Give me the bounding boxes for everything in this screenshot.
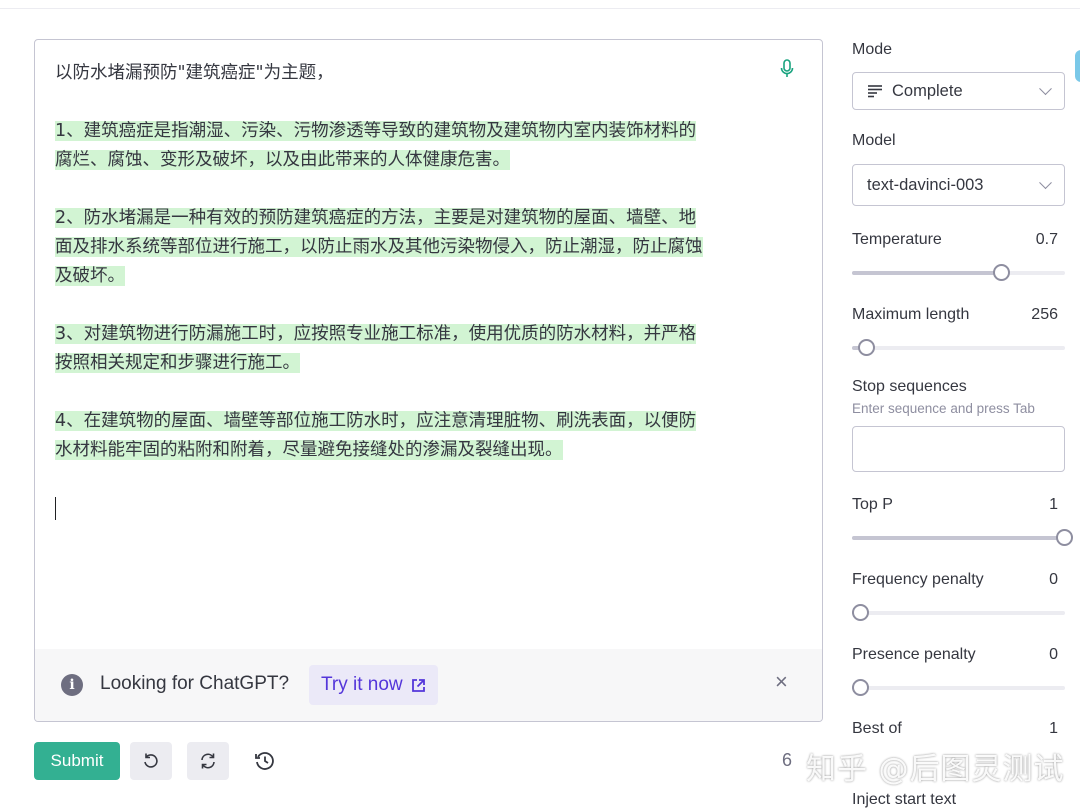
best-of-value[interactable]: 1 (1049, 720, 1058, 738)
text-cursor (55, 497, 56, 520)
completion-line: 及破坏。 (55, 262, 775, 291)
slider-thumb[interactable] (857, 339, 875, 356)
highlighted-text: 腐烂、腐蚀、变形及破坏，以及由此带来的人体健康危害。 (55, 150, 510, 170)
completion-line: 面及排水系统等部位进行施工，以防止雨水及其他污染物侵入，防止潮湿，防止腐蚀 (55, 233, 775, 262)
frequency-penalty-value[interactable]: 0 (1049, 571, 1058, 589)
temperature-value[interactable]: 0.7 (1036, 231, 1058, 249)
slider-fill (852, 536, 1064, 540)
regenerate-icon (201, 753, 215, 769)
highlighted-text: 按照相关规定和步骤进行施工。 (55, 353, 300, 373)
slider-thumb[interactable] (852, 604, 869, 621)
completion-paragraph: 3、对建筑物进行防漏施工时，应按照专业施工标准，使用优质的防水材料，并严格 按照相… (55, 320, 775, 378)
stop-sequences-input[interactable] (852, 426, 1065, 472)
highlighted-text: 面及排水系统等部位进行施工，以防止雨水及其他污染物侵入，防止潮湿，防止腐蚀 (55, 237, 703, 257)
completion-text: 1、建筑癌症是指潮湿、污染、污物渗透等导致的建筑物及建筑物内室内装饰材料的 腐烂、… (55, 117, 775, 465)
model-label: Model (852, 132, 896, 149)
completion-paragraph: 2、防水堵漏是一种有效的预防建筑癌症的方法，主要是对建筑物的屋面、墙壁、地 面及排… (55, 204, 775, 291)
info-icon: i (61, 674, 83, 696)
chevron-down-icon (1039, 82, 1052, 96)
regenerate-button[interactable] (187, 742, 229, 780)
undo-icon (144, 753, 158, 768)
mode-select[interactable]: Complete (852, 72, 1065, 110)
highlighted-text: 3、对建筑物进行防漏施工时，应按照专业施工标准，使用优质的防水材料，并严格 (55, 324, 697, 344)
slider-track[interactable] (852, 611, 1065, 615)
frequency-penalty-slider[interactable] (852, 604, 1065, 622)
panel-edge-tab[interactable] (1075, 50, 1080, 82)
top-p-label: Top P (852, 496, 893, 513)
model-value: text-davinci-003 (867, 175, 984, 194)
completion-line: 按照相关规定和步骤进行施工。 (55, 349, 775, 378)
try-it-now-label: Try it now (321, 674, 403, 695)
history-icon (255, 752, 274, 770)
inject-start-text-label: Inject start text (852, 791, 957, 808)
top-p-slider[interactable] (852, 529, 1073, 547)
highlighted-text: 水材料能牢固的粘附和附着，尽量避免接缝处的渗漏及裂缝出现。 (55, 440, 563, 460)
token-count: 6 (782, 750, 793, 770)
presence-penalty-label: Presence penalty (852, 646, 976, 663)
undo-button[interactable] (130, 742, 172, 780)
highlighted-text: 4、在建筑物的屋面、墙壁等部位施工防水时，应注意清理脏物、刷洗表面，以便防 (55, 411, 697, 431)
completion-line: 腐烂、腐蚀、变形及破坏，以及由此带来的人体健康危害。 (55, 146, 775, 175)
prompt-text: 以防水堵漏预防"建筑癌症"为主题， (55, 63, 334, 83)
microphone-icon[interactable] (779, 58, 795, 80)
mode-value: Complete (892, 81, 963, 100)
slider-fill (852, 271, 1002, 275)
chevron-down-icon (1039, 176, 1052, 190)
banner-text: Looking for ChatGPT? (100, 673, 290, 694)
completion-paragraph: 1、建筑癌症是指潮湿、污染、污物渗透等导致的建筑物及建筑物内室内装饰材料的 腐烂、… (55, 117, 775, 175)
max-length-slider[interactable] (852, 339, 1065, 357)
external-link-icon (411, 678, 425, 692)
slider-thumb[interactable] (852, 679, 869, 696)
lines-icon (868, 85, 882, 98)
frequency-penalty-label: Frequency penalty (852, 571, 984, 588)
max-length-label: Maximum length (852, 306, 970, 323)
max-length-value[interactable]: 256 (1031, 306, 1058, 324)
highlighted-text: 1、建筑癌症是指潮湿、污染、污物渗透等导致的建筑物及建筑物内室内装饰材料的 (55, 121, 697, 141)
presence-penalty-value[interactable]: 0 (1049, 646, 1058, 664)
top-p-value[interactable]: 1 (1049, 496, 1058, 514)
try-it-now-button[interactable]: Try it now (309, 665, 438, 705)
slider-thumb[interactable] (993, 264, 1011, 281)
slider-track[interactable] (852, 346, 1065, 350)
completion-line: 3、对建筑物进行防漏施工时，应按照专业施工标准，使用优质的防水材料，并严格 (55, 320, 775, 349)
editor-content[interactable]: 以防水堵漏预防"建筑癌症"为主题， 1、建筑癌症是指潮湿、污染、污物渗透等导致的… (55, 59, 775, 494)
completion-line: 1、建筑癌症是指潮湿、污染、污物渗透等导致的建筑物及建筑物内室内装饰材料的 (55, 117, 775, 146)
completion-paragraph: 4、在建筑物的屋面、墙壁等部位施工防水时，应注意清理脏物、刷洗表面，以便防 水材料… (55, 407, 775, 465)
prompt-editor[interactable]: 以防水堵漏预防"建筑癌症"为主题， 1、建筑癌症是指潮湿、污染、污物渗透等导致的… (34, 39, 823, 722)
history-button[interactable] (244, 742, 286, 780)
highlighted-text: 2、防水堵漏是一种有效的预防建筑癌症的方法，主要是对建筑物的屋面、墙壁、地 (55, 208, 697, 228)
highlighted-text: 及破坏。 (55, 266, 125, 286)
best-of-label: Best of (852, 720, 902, 737)
slider-thumb[interactable] (1056, 529, 1073, 546)
temperature-label: Temperature (852, 231, 942, 248)
completion-line: 4、在建筑物的屋面、墙壁等部位施工防水时，应注意清理脏物、刷洗表面，以便防 (55, 407, 775, 436)
submit-button[interactable]: Submit (34, 742, 120, 780)
slider-track[interactable] (852, 686, 1065, 690)
temperature-slider[interactable] (852, 264, 1065, 282)
stop-sequences-label: Stop sequences (852, 378, 967, 395)
model-select[interactable]: text-davinci-003 (852, 164, 1065, 206)
completion-line: 水材料能牢固的粘附和附着，尽量避免接缝处的渗漏及裂缝出现。 (55, 436, 775, 465)
stop-sequences-hint: Enter sequence and press Tab (852, 401, 1035, 416)
close-banner-button[interactable]: × (775, 669, 788, 695)
presence-penalty-slider[interactable] (852, 679, 1065, 697)
settings-panel: Mode Complete Model text-davinci-003 Tem… (852, 0, 1073, 808)
completion-line: 2、防水堵漏是一种有效的预防建筑癌症的方法，主要是对建筑物的屋面、墙壁、地 (55, 204, 775, 233)
mode-label: Mode (852, 41, 893, 58)
chatgpt-banner: i Looking for ChatGPT? Try it now × (35, 649, 822, 721)
